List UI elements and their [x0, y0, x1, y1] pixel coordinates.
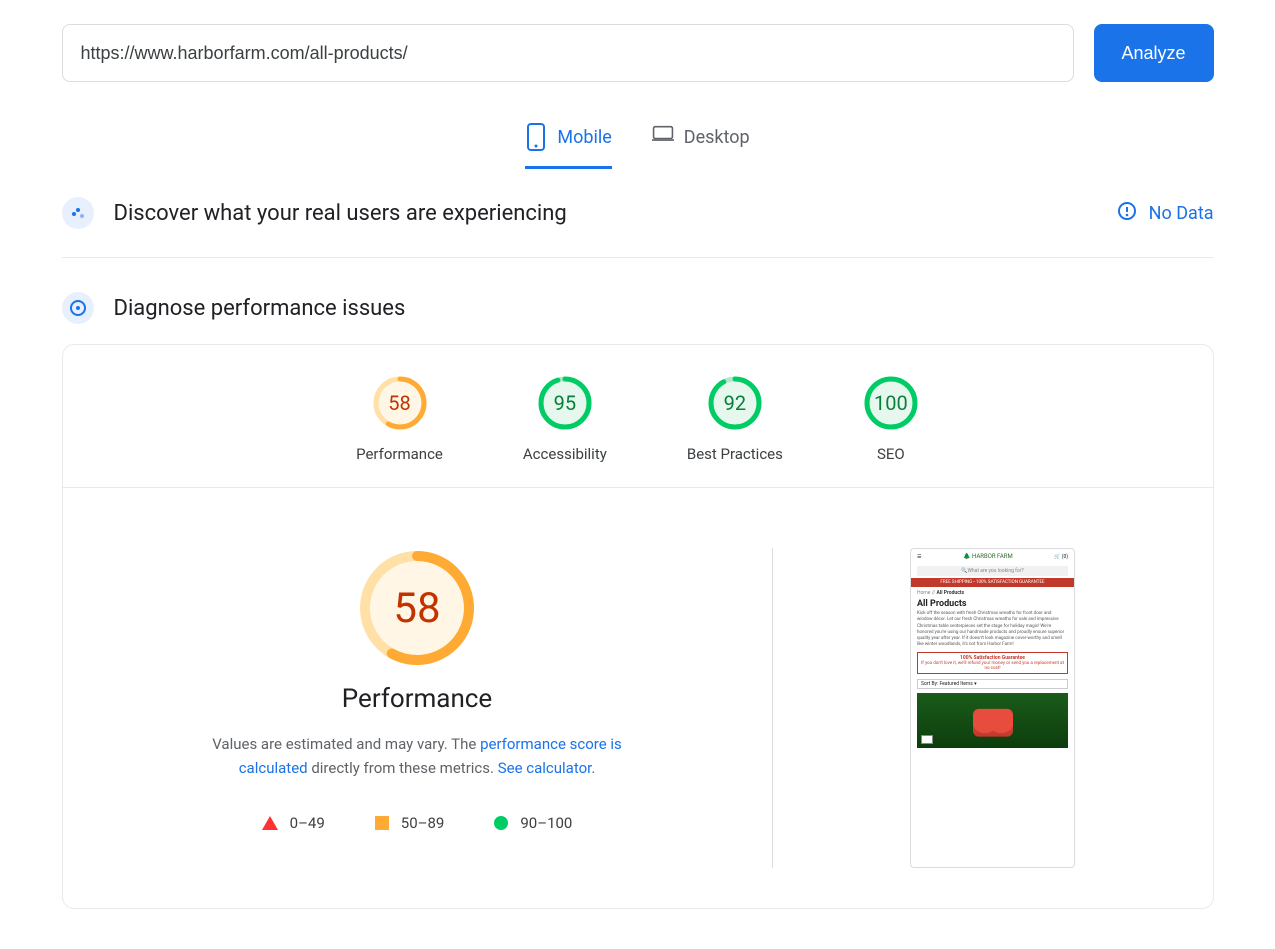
gauge-accessibility[interactable]: 95 Accessibility: [523, 375, 607, 463]
score-legend: 0–49 50–89 90–100: [262, 814, 573, 832]
circle-icon: [494, 816, 508, 830]
screenshot-panel: ☰ 🌲 HARBOR FARM 🛒 (0) 🔍 What are you loo…: [813, 548, 1173, 868]
product-image: [917, 693, 1068, 748]
tab-mobile-label: Mobile: [557, 127, 611, 148]
gauge-label: SEO: [877, 445, 905, 463]
analyze-button[interactable]: Analyze: [1094, 24, 1214, 82]
gauge-ring: 92: [707, 375, 763, 431]
diagnose-title: Diagnose performance issues: [114, 296, 1214, 321]
gauge-label: Accessibility: [523, 445, 607, 463]
big-gauge: 58: [357, 548, 477, 668]
users-icon: [62, 197, 94, 229]
square-icon: [375, 816, 389, 830]
performance-summary: 58 Performance Values are estimated and …: [103, 548, 773, 868]
performance-description: Values are estimated and may vary. The p…: [177, 732, 657, 780]
shop-search: 🔍 What are you looking for?: [917, 566, 1068, 576]
gauge-ring: 58: [372, 375, 428, 431]
tab-mobile[interactable]: Mobile: [525, 112, 611, 169]
legend-pass: 90–100: [494, 814, 572, 832]
hamburger-icon: ☰: [917, 554, 921, 560]
gauge-score: 100: [863, 375, 919, 431]
promo-banner: FREE SHIPPING • 100% SATISFACTION GUARAN…: [911, 578, 1074, 587]
gauge-score: 92: [707, 375, 763, 431]
url-entry-row: Analyze: [62, 0, 1214, 82]
gauge-ring: 100: [863, 375, 919, 431]
page-heading: All Products: [911, 599, 1074, 611]
gauge-label: Performance: [356, 445, 443, 463]
tab-desktop-label: Desktop: [684, 127, 750, 148]
url-input[interactable]: [62, 24, 1074, 82]
diagnose-icon: [62, 292, 94, 324]
page-paragraph: Kick off the season with fresh Christmas…: [911, 611, 1074, 649]
page-screenshot: ☰ 🌲 HARBOR FARM 🛒 (0) 🔍 What are you loo…: [910, 548, 1075, 868]
no-data-link[interactable]: No Data: [1117, 201, 1214, 226]
cart-icon: 🛒 (0): [1054, 554, 1068, 560]
desktop-icon: [652, 122, 674, 152]
gauge-performance[interactable]: 58 Performance: [356, 375, 443, 463]
gauge-score: 58: [372, 375, 428, 431]
report-card: 58 Performance 95 Accessibility 92 Best …: [62, 344, 1214, 909]
mobile-icon: [525, 122, 547, 152]
calc-link-2[interactable]: See calculator: [498, 759, 592, 777]
gauge-label: Best Practices: [687, 445, 783, 463]
sort-dropdown: Sort By: Featured Items ▾: [917, 679, 1068, 689]
tab-desktop[interactable]: Desktop: [652, 112, 750, 169]
gauge-ring: 95: [537, 375, 593, 431]
gauge-best-practices[interactable]: 92 Best Practices: [687, 375, 783, 463]
shop-logo: 🌲 HARBOR FARM: [963, 553, 1013, 560]
triangle-icon: [262, 816, 278, 830]
discover-section: Discover what your real users are experi…: [62, 169, 1214, 258]
gauge-score: 95: [537, 375, 593, 431]
bow-icon: [973, 709, 1013, 737]
gauge-seo[interactable]: 100 SEO: [863, 375, 919, 463]
gauges-row: 58 Performance 95 Accessibility 92 Best …: [63, 345, 1213, 488]
device-tabs: Mobile Desktop: [62, 112, 1214, 169]
guarantee-box: 100% Satisfaction Guarantee If you don't…: [917, 652, 1068, 674]
diagnose-section: Diagnose performance issues: [62, 292, 1214, 324]
performance-detail: 58 Performance Values are estimated and …: [63, 488, 1213, 908]
legend-average: 50–89: [375, 814, 445, 832]
legend-fail: 0–49: [262, 814, 325, 832]
envelope-icon: [921, 735, 933, 744]
breadcrumb: Home // All Products: [911, 587, 1074, 599]
info-icon: [1117, 201, 1137, 226]
big-score: 58: [357, 548, 477, 668]
performance-title: Performance: [342, 684, 492, 714]
discover-title: Discover what your real users are experi…: [114, 201, 1117, 226]
no-data-label: No Data: [1149, 203, 1214, 224]
